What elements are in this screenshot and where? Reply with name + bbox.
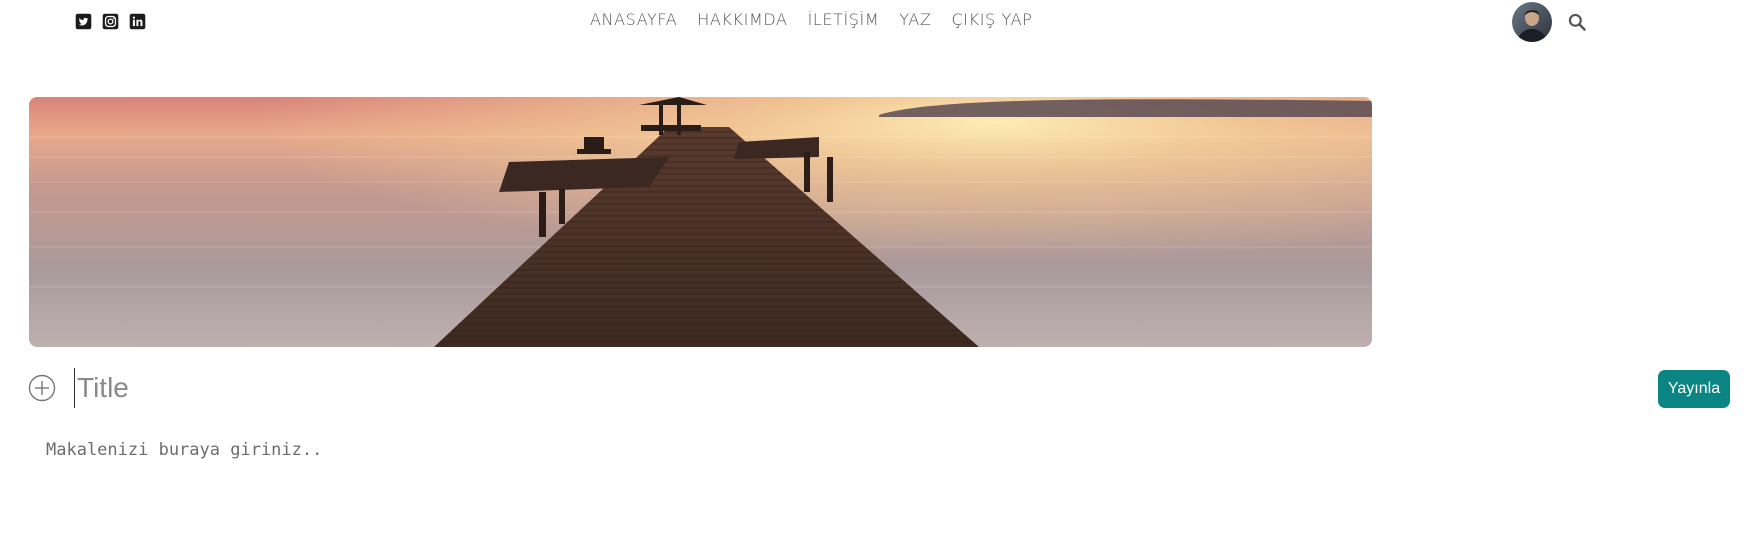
twitter-icon[interactable] — [75, 13, 92, 30]
nav-item-cikis-yap[interactable]: ÇIKIŞ YAP — [952, 10, 1033, 29]
social-links — [75, 13, 146, 30]
nav-item-iletisim[interactable]: İLETİŞİM — [808, 10, 880, 29]
title-input[interactable] — [74, 368, 1274, 408]
nav-item-anasayfa[interactable]: ANASAYFA — [590, 10, 677, 29]
avatar[interactable] — [1512, 2, 1552, 42]
publish-button[interactable]: Yayınla — [1658, 370, 1730, 408]
sunset-pier-image — [29, 97, 1372, 347]
linkedin-icon[interactable] — [129, 13, 146, 30]
nav-item-hakkimda[interactable]: HAKKIMDA — [697, 10, 787, 29]
main-nav: ANASAYFA HAKKIMDA İLETİŞİM YAZ ÇIKIŞ YAP — [590, 10, 1032, 29]
plus-circle-icon[interactable] — [28, 374, 56, 402]
top-navigation-bar: ANASAYFA HAKKIMDA İLETİŞİM YAZ ÇIKIŞ YAP — [0, 0, 1756, 44]
hero-image — [29, 97, 1372, 347]
user-avatar-icon — [1512, 2, 1552, 42]
nav-item-yaz[interactable]: YAZ — [899, 10, 931, 29]
article-body-input[interactable] — [46, 440, 1346, 530]
instagram-icon[interactable] — [102, 13, 119, 30]
search-icon[interactable] — [1567, 12, 1587, 32]
